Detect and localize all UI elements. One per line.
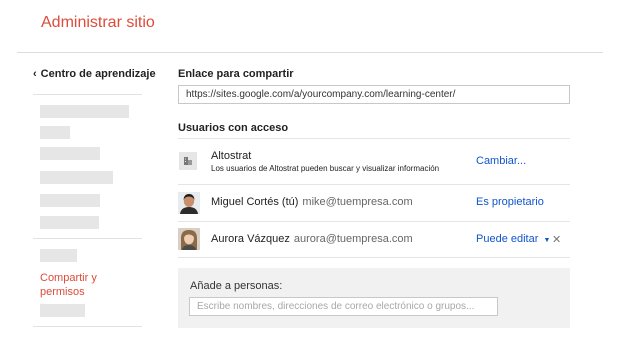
- row-divider: [178, 257, 570, 258]
- add-people-input[interactable]: [189, 297, 498, 316]
- remove-user-button[interactable]: ✕: [552, 233, 561, 246]
- sidebar-divider: [33, 326, 142, 327]
- sidebar-item-placeholder[interactable]: [40, 126, 70, 139]
- sidebar-divider: [33, 94, 142, 95]
- caret-down-icon: ▼: [543, 237, 551, 244]
- user-name: Aurora Vázquez: [211, 233, 290, 245]
- change-visibility-link[interactable]: Cambiar...: [476, 155, 526, 167]
- add-people-panel: Añade a personas:: [178, 268, 570, 328]
- sidebar-item-sharing-permissions[interactable]: Compartir y permisos: [40, 271, 130, 299]
- sidebar-item-placeholder[interactable]: [40, 171, 113, 184]
- sidebar-item-placeholder[interactable]: [40, 216, 99, 229]
- owner-role-label: Es propietario: [476, 196, 544, 208]
- sidebar-item-placeholder[interactable]: [40, 105, 129, 118]
- row-divider: [178, 138, 570, 139]
- page-title: Administrar sitio: [41, 14, 155, 31]
- sidebar-item-placeholder[interactable]: [40, 147, 100, 160]
- row-divider: [178, 184, 570, 185]
- organization-description: Los usuarios de Altostrat pueden buscar …: [211, 164, 440, 173]
- avatar: [178, 192, 200, 214]
- user-row: Aurora Vázquez aurora@tuempresa.com: [211, 233, 413, 245]
- back-link-label: Centro de aprendizaje: [40, 68, 156, 80]
- chevron-left-icon: ‹: [33, 68, 37, 80]
- share-link-heading: Enlace para compartir: [178, 68, 294, 80]
- sidebar-item-placeholder[interactable]: [40, 249, 77, 262]
- row-divider: [178, 221, 570, 222]
- user-name: Miguel Cortés (tú): [211, 196, 299, 208]
- add-people-label: Añade a personas:: [190, 280, 283, 292]
- user-email: aurora@tuempresa.com: [293, 233, 413, 245]
- back-to-site-link[interactable]: ‹ Centro de aprendizaje: [33, 68, 156, 80]
- sidebar-item-placeholder[interactable]: [40, 194, 100, 207]
- organization-name: Altostrat: [211, 150, 252, 162]
- close-icon: ✕: [552, 234, 562, 246]
- sidebar-item-placeholder[interactable]: [40, 304, 85, 317]
- building-icon: [179, 152, 197, 170]
- permission-dropdown[interactable]: Puede editar ▼: [476, 233, 550, 245]
- sidebar-divider: [33, 238, 142, 239]
- permission-dropdown-label: Puede editar: [476, 233, 539, 245]
- access-heading: Usuarios con acceso: [178, 122, 289, 134]
- avatar: [178, 228, 200, 250]
- share-link-field[interactable]: [178, 85, 570, 104]
- user-row: Miguel Cortés (tú) mike@tuempresa.com: [211, 196, 413, 208]
- header-divider: [17, 52, 603, 53]
- user-email: mike@tuempresa.com: [302, 196, 413, 208]
